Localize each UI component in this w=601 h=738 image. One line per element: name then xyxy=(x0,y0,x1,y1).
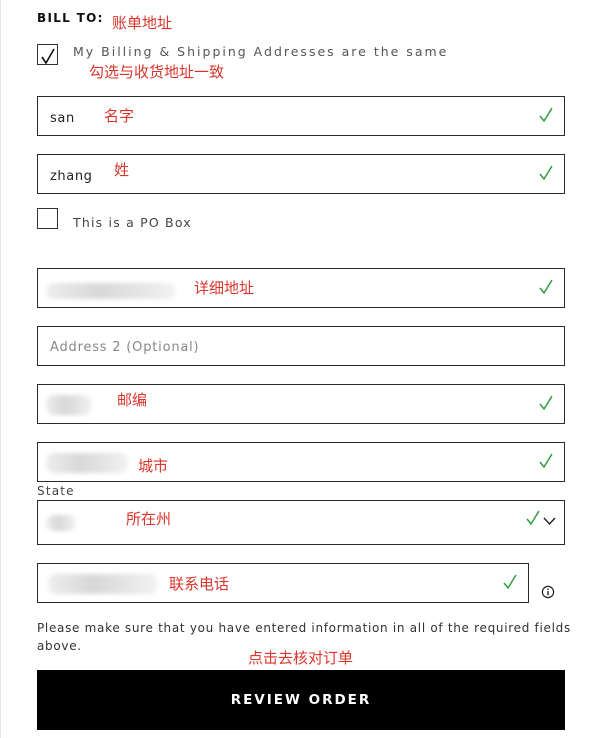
valid-checkmark-icon xyxy=(539,279,553,295)
last-name-value: zhang xyxy=(50,169,93,184)
phone-annotation: 联系电话 xyxy=(169,575,230,593)
bill-to-annotation: 账单地址 xyxy=(112,14,173,32)
first-name-annotation: 名字 xyxy=(104,107,135,125)
city-field[interactable] xyxy=(37,442,565,482)
same-address-label: My Billing & Shipping Addresses are the … xyxy=(73,44,449,59)
review-order-button[interactable]: REVIEW ORDER xyxy=(37,670,565,730)
redacted-city-value xyxy=(46,453,128,473)
state-label: State xyxy=(37,484,75,498)
same-address-checkbox[interactable] xyxy=(37,44,58,65)
valid-checkmark-icon xyxy=(539,395,553,411)
checkbox-checkmark-icon xyxy=(41,48,55,64)
address1-field[interactable] xyxy=(37,268,565,308)
address2-field[interactable]: Address 2 (Optional) xyxy=(37,326,565,366)
redacted-state-value xyxy=(46,515,76,531)
valid-checkmark-icon xyxy=(539,107,553,123)
state-select[interactable] xyxy=(37,500,565,545)
redacted-zip-value xyxy=(46,395,92,415)
page-left-border xyxy=(0,0,1,738)
po-box-checkbox[interactable] xyxy=(37,208,58,229)
redacted-address-value xyxy=(46,283,176,299)
valid-checkmark-icon xyxy=(539,165,553,181)
info-icon[interactable] xyxy=(541,585,555,599)
bill-to-heading: BILL TO: xyxy=(37,11,104,25)
first-name-value: san xyxy=(50,111,75,126)
valid-checkmark-icon xyxy=(539,453,553,469)
same-address-annotation: 勾选与收货地址一致 xyxy=(89,63,225,81)
address1-annotation: 详细地址 xyxy=(194,279,255,297)
zip-annotation: 邮编 xyxy=(117,391,148,409)
phone-field[interactable] xyxy=(37,563,529,603)
city-annotation: 城市 xyxy=(138,457,169,475)
address2-placeholder: Address 2 (Optional) xyxy=(50,340,200,355)
valid-checkmark-icon xyxy=(526,510,540,526)
chevron-down-icon[interactable] xyxy=(543,516,556,526)
valid-checkmark-icon xyxy=(503,574,517,590)
last-name-annotation: 姓 xyxy=(114,161,130,179)
state-annotation: 所在州 xyxy=(126,510,172,528)
redacted-phone-value xyxy=(48,574,158,594)
po-box-label: This is a PO Box xyxy=(73,215,192,230)
review-order-annotation: 点击去核对订单 xyxy=(248,649,354,667)
